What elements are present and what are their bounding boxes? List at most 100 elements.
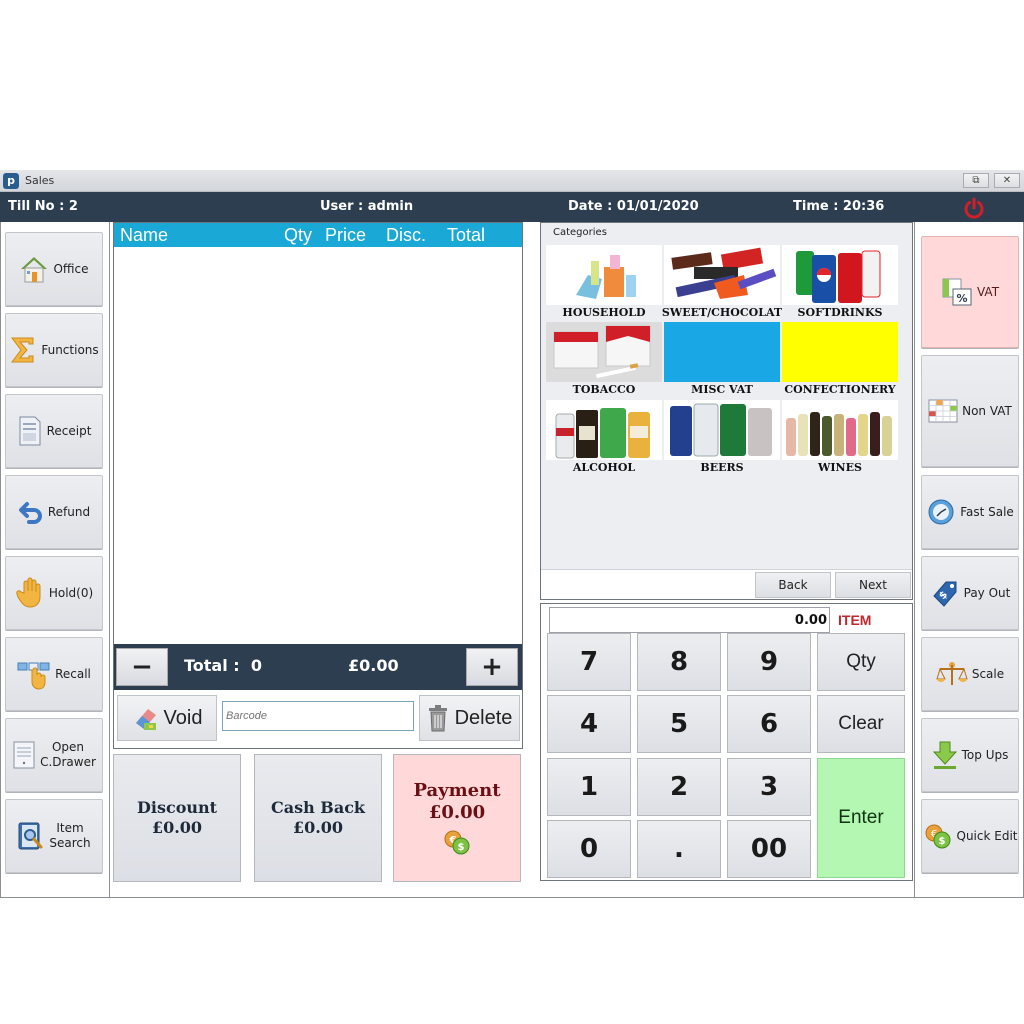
grid-body[interactable] xyxy=(114,247,522,644)
p-logo-icon: p xyxy=(3,173,19,189)
key-1[interactable]: 1 xyxy=(547,758,631,816)
key-5[interactable]: 5 xyxy=(637,695,721,753)
category-misc-vat[interactable]: MISC VAT xyxy=(664,322,780,398)
key-7[interactable]: 7 xyxy=(547,633,631,691)
svg-text:$: $ xyxy=(938,836,945,847)
refund-button[interactable]: Refund xyxy=(5,475,103,549)
misc-vat-swatch xyxy=(664,322,780,382)
scale-button[interactable]: Scale xyxy=(921,637,1019,711)
payment-button[interactable]: Payment £0.00 € $ xyxy=(393,754,521,882)
category-wines[interactable]: WINES xyxy=(782,400,898,476)
refund-label: Refund xyxy=(47,504,91,519)
column-name[interactable]: Name xyxy=(120,225,168,246)
vat-button[interactable]: % VAT xyxy=(921,236,1019,348)
alcohol-image xyxy=(546,400,662,460)
category-softdrinks[interactable]: SOFTDRINKS xyxy=(782,245,898,321)
key-decimal[interactable]: . xyxy=(637,820,721,878)
category-alcohol[interactable]: ALCOHOL xyxy=(546,400,662,476)
decrease-qty-button[interactable]: − xyxy=(116,648,168,686)
sales-window: p Sales ⧉ ✕ Till No : 2 User : admin Dat… xyxy=(0,170,1024,900)
category-label: SOFTDRINKS xyxy=(797,306,883,319)
scale-icon xyxy=(936,662,968,685)
enter-button[interactable]: Enter xyxy=(817,758,905,878)
category-label: TOBACCO xyxy=(572,383,636,396)
barcode-input[interactable] xyxy=(222,701,414,731)
column-disc[interactable]: Disc. xyxy=(386,225,426,246)
key-3[interactable]: 3 xyxy=(727,758,811,816)
receipt-button[interactable]: Receipt xyxy=(5,394,103,468)
total-label: Total : 0 xyxy=(184,656,262,675)
restore-button[interactable]: ⧉ xyxy=(963,173,989,188)
info-bar: Till No : 2 User : admin Date : 01/01/20… xyxy=(0,192,1024,222)
non-vat-button[interactable]: Non VAT xyxy=(921,355,1019,467)
key-4[interactable]: 4 xyxy=(547,695,631,753)
key-9[interactable]: 9 xyxy=(727,633,811,691)
cash-back-value: £0.00 xyxy=(292,818,344,837)
cash-drawer-icon xyxy=(13,741,35,769)
close-button[interactable]: ✕ xyxy=(994,173,1020,188)
top-ups-button[interactable]: Top Ups xyxy=(921,718,1019,792)
vat-label: VAT xyxy=(976,284,1000,299)
column-qty[interactable]: Qty xyxy=(284,225,312,246)
key-6[interactable]: 6 xyxy=(727,695,811,753)
title-bar: p Sales ⧉ ✕ xyxy=(0,170,1024,192)
category-label: MISC VAT xyxy=(691,383,753,396)
item-search-line2: Search xyxy=(49,836,91,850)
column-total[interactable]: Total xyxy=(447,225,485,246)
softdrinks-image xyxy=(782,245,898,305)
recall-label: Recall xyxy=(55,666,91,681)
price-tag-icon: $ xyxy=(932,581,957,607)
fast-sale-button[interactable]: Fast Sale xyxy=(921,475,1019,549)
cash-back-label: Cash Back xyxy=(270,798,366,817)
item-search-button[interactable]: Item Search xyxy=(5,799,103,873)
category-sweet-chocolate[interactable]: SWEET/CHOCOLAT xyxy=(662,245,782,321)
date-display: Date : 01/01/2020 xyxy=(568,199,699,214)
payment-label: Payment xyxy=(413,780,501,801)
wines-image xyxy=(782,400,898,460)
pay-out-button[interactable]: $ Pay Out xyxy=(921,556,1019,630)
column-price[interactable]: Price xyxy=(325,225,366,246)
functions-button[interactable]: Functions xyxy=(5,313,103,387)
void-button[interactable]: Void xyxy=(117,695,217,741)
action-row: Void Delete xyxy=(114,690,522,748)
back-button[interactable]: Back xyxy=(755,572,831,598)
key-double-zero[interactable]: 00 xyxy=(727,820,811,878)
increase-qty-button[interactable]: + xyxy=(466,648,518,686)
clear-button[interactable]: Clear xyxy=(817,695,905,753)
open-cash-drawer-line2: C.Drawer xyxy=(40,755,96,769)
keypad-display[interactable]: 0.00 xyxy=(549,607,830,633)
key-8[interactable]: 8 xyxy=(637,633,721,691)
category-confectionery[interactable]: CONFECTIONERY xyxy=(782,322,898,398)
hold-button[interactable]: Hold(0) xyxy=(5,556,103,630)
delete-button[interactable]: Delete xyxy=(419,695,520,741)
user-name: User : admin xyxy=(320,199,414,214)
categories-title: Categories xyxy=(553,227,607,238)
open-cash-drawer-button[interactable]: Open C.Drawer xyxy=(5,718,103,792)
household-image xyxy=(546,245,662,305)
delete-label: Delete xyxy=(454,706,513,729)
undo-arrow-icon xyxy=(18,502,42,524)
categories-footer: Back Next xyxy=(541,569,912,599)
item-search-label: Item Search xyxy=(49,821,90,851)
office-button[interactable]: Office xyxy=(5,232,103,306)
category-tobacco[interactable]: TOBACCO xyxy=(546,322,662,398)
quick-edit-button[interactable]: € $ Quick Edit xyxy=(921,799,1019,873)
grid-table-icon xyxy=(928,399,958,423)
cash-back-button[interactable]: Cash Back £0.00 xyxy=(254,754,382,882)
power-icon[interactable] xyxy=(962,196,986,220)
recall-button[interactable]: Recall xyxy=(5,637,103,711)
download-arrow-icon xyxy=(932,741,957,769)
total-amount: £0.00 xyxy=(348,656,399,675)
void-label: Void xyxy=(163,706,203,729)
discount-button[interactable]: Discount £0.00 xyxy=(113,754,241,882)
key-2[interactable]: 2 xyxy=(637,758,721,816)
qty-button[interactable]: Qty xyxy=(817,633,905,691)
category-beers[interactable]: BEERS xyxy=(664,400,780,476)
key-0[interactable]: 0 xyxy=(547,820,631,878)
category-label: HOUSEHOLD xyxy=(562,306,646,319)
category-label: ALCOHOL xyxy=(572,461,636,474)
category-household[interactable]: HOUSEHOLD xyxy=(546,245,662,321)
coins-icon: € $ xyxy=(444,830,470,855)
next-button[interactable]: Next xyxy=(835,572,911,598)
open-cash-drawer-label: Open C.Drawer xyxy=(40,740,96,770)
